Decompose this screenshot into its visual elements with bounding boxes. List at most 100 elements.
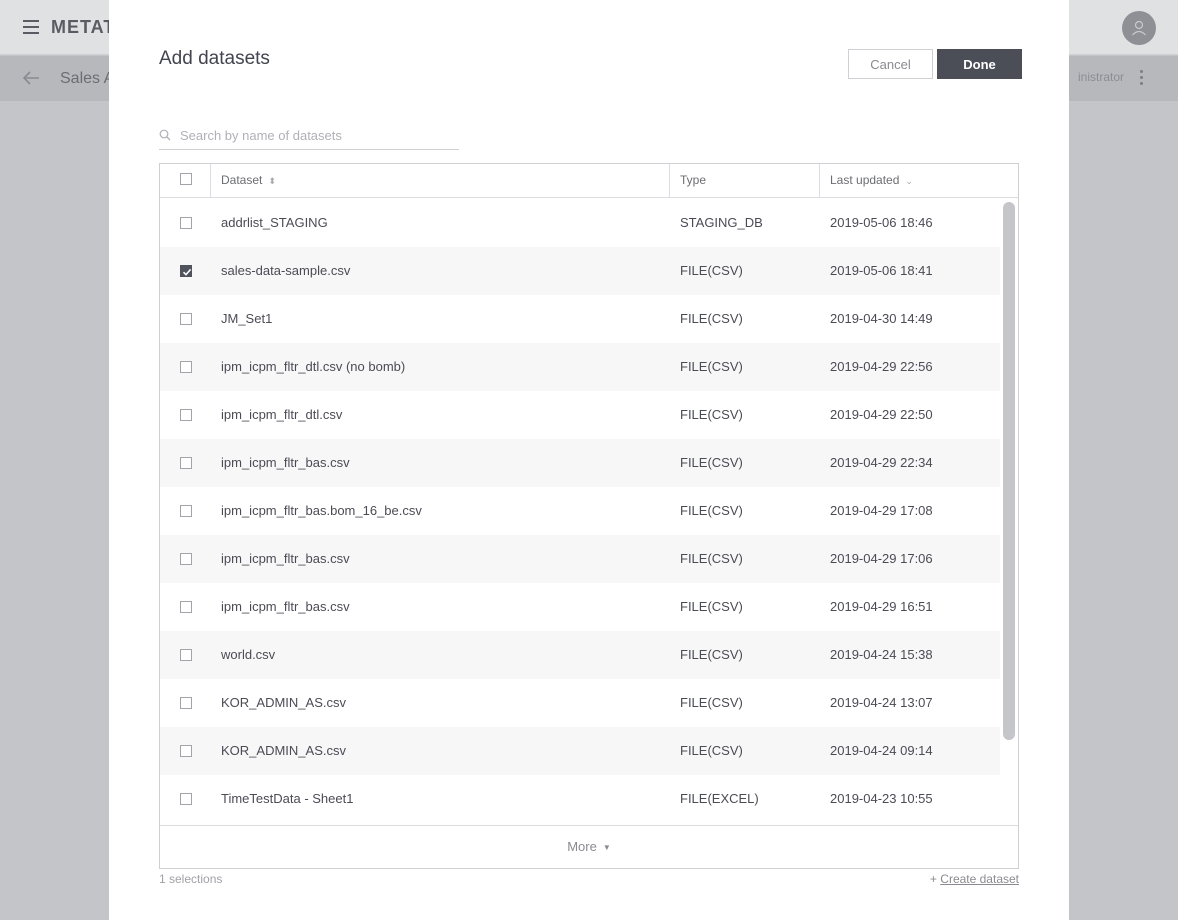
- dataset-name: world.csv: [221, 647, 276, 662]
- dataset-type: FILE(CSV): [680, 359, 743, 374]
- user-icon: [1132, 20, 1146, 36]
- dataset-name: ipm_icpm_fltr_dtl.csv: [221, 407, 343, 422]
- table-row[interactable]: KOR_ADMIN_AS.csv FILE(CSV) 2019-04-24 09:1…: [160, 727, 1000, 775]
- dataset-last-updated: 2019-04-24 15:38: [830, 647, 933, 662]
- user-avatar[interactable]: [1122, 11, 1156, 45]
- column-header-type: Type: [669, 164, 819, 197]
- dataset-type: FILE(CSV): [680, 311, 743, 326]
- row-checkbox[interactable]: [180, 265, 192, 277]
- dataset-last-updated: 2019-04-29 22:50: [830, 407, 933, 422]
- dataset-type: FILE(EXCEL): [680, 791, 759, 806]
- selection-count: 1 selections: [159, 872, 223, 886]
- table-body: addrlist_STAGING STAGING_DB 2019-05-06 18:…: [160, 199, 1000, 825]
- dataset-name: ipm_icpm_fltr_bas.csv: [221, 599, 350, 614]
- dataset-name: JM_Set1: [221, 311, 273, 326]
- menu-icon[interactable]: [23, 20, 39, 34]
- dataset-last-updated: 2019-04-29 17:06: [830, 551, 933, 566]
- table-row[interactable]: JM_Set1 FILE(CSV) 2019-04-30 14:49: [160, 295, 1000, 343]
- dataset-last-updated: 2019-04-29 22:56: [830, 359, 933, 374]
- sort-icon: ⬍: [268, 176, 276, 186]
- user-role-label: inistrator: [1077, 70, 1124, 84]
- workbook-title: Sales A: [60, 70, 115, 87]
- table-header: Dataset ⬍ Type Last updated ⌄: [160, 164, 1018, 198]
- table-row[interactable]: ipm_icpm_fltr_bas.bom_16_be.csv FILE(CSV)…: [160, 487, 1000, 535]
- table-row[interactable]: addrlist_STAGING STAGING_DB 2019-05-06 18:…: [160, 199, 1000, 247]
- dataset-name: TimeTestData - Sheet1: [221, 791, 354, 806]
- dataset-last-updated: 2019-04-29 22:34: [830, 455, 933, 470]
- cancel-button[interactable]: Cancel: [848, 49, 933, 79]
- dataset-type: FILE(CSV): [680, 551, 743, 566]
- dataset-last-updated: 2019-04-30 14:49: [830, 311, 933, 326]
- dataset-last-updated: 2019-04-24 09:14: [830, 743, 933, 758]
- table-row[interactable]: ipm_icpm_fltr_bas.csv FILE(CSV) 2019-04-29…: [160, 439, 1000, 487]
- dataset-last-updated: 2019-04-24 13:07: [830, 695, 933, 710]
- row-checkbox[interactable]: [180, 745, 192, 757]
- table-row[interactable]: world.csv FILE(CSV) 2019-04-24 15:38: [160, 631, 1000, 679]
- create-dataset: + Create dataset: [930, 872, 1019, 886]
- select-all-checkbox[interactable]: [180, 173, 192, 185]
- sort-desc-icon: ⌄: [905, 176, 913, 186]
- table-row[interactable]: ipm_icpm_fltr_dtl.csv (no bomb) FILE(CSV)…: [160, 343, 1000, 391]
- row-checkbox[interactable]: [180, 505, 192, 517]
- dataset-type: FILE(CSV): [680, 503, 743, 518]
- row-checkbox[interactable]: [180, 457, 192, 469]
- row-checkbox[interactable]: [180, 217, 192, 229]
- more-label: More: [567, 839, 597, 854]
- dataset-type: FILE(CSV): [680, 407, 743, 422]
- dataset-type: FILE(CSV): [680, 599, 743, 614]
- column-header-type-label: Type: [680, 173, 707, 187]
- dataset-last-updated: 2019-04-23 10:55: [830, 791, 933, 806]
- row-checkbox[interactable]: [180, 697, 192, 709]
- column-header-dataset-label: Dataset: [221, 173, 263, 187]
- row-checkbox[interactable]: [180, 601, 192, 613]
- dataset-type: FILE(CSV): [680, 647, 743, 662]
- app-logo: METAT: [51, 17, 116, 37]
- column-header-last-updated[interactable]: Last updated ⌄: [819, 164, 1018, 197]
- dataset-last-updated: 2019-04-29 16:51: [830, 599, 933, 614]
- table-row[interactable]: ipm_icpm_fltr_bas.csv FILE(CSV) 2019-04-29…: [160, 535, 1000, 583]
- more-button[interactable]: More ▼: [160, 825, 1018, 868]
- done-button[interactable]: Done: [937, 49, 1022, 79]
- table-row[interactable]: ipm_icpm_fltr_bas.csv FILE(CSV) 2019-04-29…: [160, 583, 1000, 631]
- dataset-type: FILE(CSV): [680, 695, 743, 710]
- row-checkbox[interactable]: [180, 313, 192, 325]
- table-row[interactable]: sales-data-sample.csv FILE(CSV) 2019-05-06…: [160, 247, 1000, 295]
- dataset-type: FILE(CSV): [680, 743, 743, 758]
- row-checkbox[interactable]: [180, 553, 192, 565]
- check-icon: [182, 268, 192, 276]
- dataset-name: ipm_icpm_fltr_bas.csv: [221, 551, 350, 566]
- dataset-name: KOR_ADMIN_AS.csv: [221, 743, 346, 758]
- row-checkbox[interactable]: [180, 649, 192, 661]
- row-checkbox[interactable]: [180, 409, 192, 421]
- more-vert-icon[interactable]: [1140, 70, 1143, 88]
- search-icon: [159, 129, 171, 141]
- caret-down-icon: ▼: [602, 843, 611, 852]
- dataset-name: ipm_icpm_fltr_bas.bom_16_be.csv: [221, 503, 422, 518]
- dataset-name: addrlist_STAGING: [221, 215, 328, 230]
- search-input[interactable]: [180, 126, 450, 144]
- row-checkbox[interactable]: [180, 793, 192, 805]
- dataset-search: [159, 122, 459, 150]
- table-scrollbar[interactable]: [1003, 202, 1015, 740]
- modal-title: Add datasets: [159, 48, 270, 69]
- table-row[interactable]: ipm_icpm_fltr_dtl.csv FILE(CSV) 2019-04-29…: [160, 391, 1000, 439]
- column-header-last-updated-label: Last updated: [830, 173, 900, 187]
- back-arrow-icon[interactable]: [22, 70, 40, 91]
- dataset-name: ipm_icpm_fltr_dtl.csv (no bomb): [221, 359, 406, 374]
- datasets-table: Dataset ⬍ Type Last updated ⌄ addrlist_STA…: [159, 163, 1019, 869]
- dataset-last-updated: 2019-05-06 18:46: [830, 215, 933, 230]
- column-header-dataset[interactable]: Dataset ⬍: [210, 164, 670, 197]
- dataset-name: ipm_icpm_fltr_bas.csv: [221, 455, 350, 470]
- plus-icon: +: [929, 872, 937, 886]
- dataset-type: FILE(CSV): [680, 263, 743, 278]
- add-datasets-modal: Add datasets Cancel Done Dataset ⬍ Type L…: [109, 0, 1069, 920]
- dataset-type: STAGING_DB: [680, 215, 763, 230]
- dataset-type: FILE(CSV): [680, 455, 743, 470]
- dataset-name: KOR_ADMIN_AS.csv: [221, 695, 346, 710]
- create-dataset-link[interactable]: Create dataset: [940, 872, 1019, 886]
- row-checkbox[interactable]: [180, 361, 192, 373]
- table-row[interactable]: KOR_ADMIN_AS.csv FILE(CSV) 2019-04-24 13:0…: [160, 679, 1000, 727]
- dataset-last-updated: 2019-05-06 18:41: [830, 263, 933, 278]
- dataset-name: sales-data-sample.csv: [221, 263, 351, 278]
- table-row[interactable]: TimeTestData - Sheet1 FILE(EXCEL) 2019-04-…: [160, 775, 1000, 823]
